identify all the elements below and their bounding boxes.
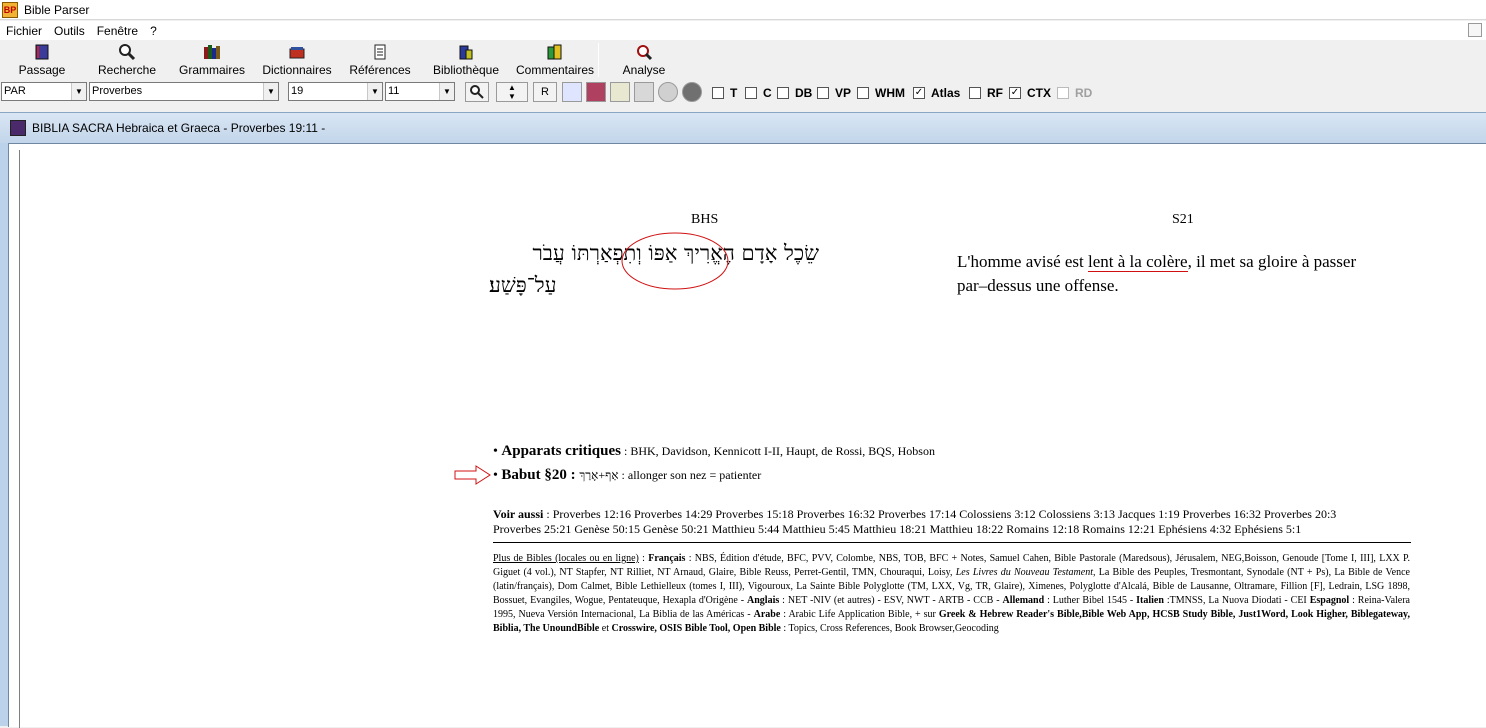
bullet: • — [493, 444, 498, 459]
text-view-icon[interactable] — [562, 82, 582, 102]
tree-icon[interactable] — [610, 82, 630, 102]
highlight-ellipse — [621, 232, 729, 290]
commentary-icon — [547, 44, 562, 60]
app-title-bar: BP Bible Parser — [0, 0, 1486, 20]
checkbox-db[interactable]: DB — [777, 86, 812, 100]
commentaires-button[interactable]: Commentaires — [512, 40, 598, 80]
highlighted-phrase: lent à la colère — [1088, 252, 1188, 272]
s21-header: S21 — [1172, 212, 1194, 227]
menu-bar: Fichier Outils Fenêtre ? — [0, 21, 1486, 40]
more-bibles-link[interactable]: Plus de Bibles (locales ou en ligne) — [493, 553, 639, 564]
chapter-select[interactable]: 19 ▼ — [288, 82, 383, 101]
chevron-down-icon[interactable]: ▼ — [263, 83, 278, 100]
arrow-right-icon — [454, 465, 491, 485]
grammar-books-icon — [204, 45, 220, 59]
cross-references-line-2[interactable]: Proverbes 25:21 Genèse 50:15 Genèse 50:2… — [493, 522, 1301, 536]
book-icon — [35, 44, 49, 60]
recherche-button[interactable]: Recherche — [84, 40, 170, 80]
divider — [493, 542, 1411, 543]
chevron-down-icon[interactable]: ▼ — [439, 83, 454, 100]
document-window: BIBLIA SACRA Hebraica et Graeca - Prover… — [0, 112, 1486, 728]
disc-icon[interactable] — [658, 82, 678, 102]
babut-link[interactable]: Babut §20 — [501, 467, 566, 483]
chevron-down-icon[interactable]: ▼ — [367, 83, 382, 100]
references-button[interactable]: Références — [340, 40, 420, 80]
voir-aussi: Voir aussi : Proverbes 12:16 Proverbes 1… — [493, 507, 1337, 536]
document-title-bar: BIBLIA SACRA Hebraica et Graeca - Prover… — [0, 113, 1486, 143]
analyse-button[interactable]: Analyse — [599, 40, 689, 80]
books-icon[interactable] — [586, 82, 606, 102]
magnifier-icon — [119, 44, 136, 61]
passage-button[interactable]: Passage — [0, 40, 84, 80]
menu-fenetre[interactable]: Fenêtre — [91, 24, 144, 38]
verse-select[interactable]: 11 ▼ — [385, 82, 455, 101]
checkbox-vp[interactable]: VP — [817, 86, 851, 100]
checkbox-rf[interactable]: RF — [969, 86, 1003, 100]
restore-window-button[interactable] — [1468, 23, 1482, 37]
document-title: BIBLIA SACRA Hebraica et Graeca - Prover… — [32, 121, 326, 135]
checkbox-t[interactable]: T — [712, 86, 737, 100]
app-title: Bible Parser — [24, 2, 90, 17]
checkbox-rd: RD — [1057, 86, 1092, 100]
magnifier-icon — [470, 85, 484, 99]
apparats-item: • Apparats critiques : BHK, Davidson, Ke… — [493, 443, 935, 459]
checkbox-atlas[interactable]: ✓ Atlas — [913, 86, 960, 100]
book-select[interactable]: Proverbes ▼ — [89, 82, 279, 101]
babut-item: • Babut §20 : אַף+אָרַךְ : allonger son … — [493, 467, 762, 483]
verse-spinner[interactable]: ▲ ▼ — [496, 82, 528, 102]
menu-outils[interactable]: Outils — [48, 24, 91, 38]
cross-references-line-1[interactable]: : Proverbes 12:16 Proverbes 14:29 Prover… — [543, 507, 1336, 521]
more-bibles: Plus de Bibles (locales ou en ligne) : F… — [493, 553, 1411, 634]
bullet: • — [493, 468, 498, 483]
version-select[interactable]: PAR ▼ — [1, 82, 87, 101]
tools-icon[interactable] — [634, 82, 654, 102]
library-icon — [459, 45, 473, 60]
hebrew-line-2: עַל־פָּשַׁע׃ — [489, 273, 557, 297]
checkbox-whm[interactable]: WHM — [857, 86, 905, 100]
bibliotheque-button[interactable]: Bibliothèque — [420, 40, 512, 80]
r-button[interactable]: R — [533, 82, 557, 102]
crosswire-links[interactable]: Crosswire, OSIS Bible Tool, Open Bible — [611, 623, 780, 634]
passage-view: BHS S21 שֵׂכֶל אָדָם הֶאֱרִיךְ אַפּוֹ וְ… — [8, 143, 1486, 728]
menu-help[interactable]: ? — [144, 24, 163, 38]
analysis-icon — [637, 45, 653, 61]
french-translation: L'homme avisé est lent à la colère, il m… — [957, 252, 1357, 295]
main-toolbar: Passage Recherche Grammaires Dictionnair… — [0, 40, 1486, 80]
grammaires-button[interactable]: Grammaires — [170, 40, 254, 80]
chevron-down-icon[interactable]: ▼ — [71, 83, 86, 100]
search-verse-button[interactable] — [465, 82, 489, 102]
apparats-link[interactable]: Apparats critiques — [501, 443, 621, 459]
bhs-header: BHS — [691, 212, 719, 227]
content-border — [19, 150, 20, 728]
checkbox-ctx[interactable]: ✓ CTX — [1009, 86, 1051, 100]
menu-fichier[interactable]: Fichier — [0, 24, 48, 38]
dictionary-icon — [289, 47, 305, 59]
references-icon — [374, 44, 386, 60]
navigation-controls: PAR ▼ Proverbes ▼ 19 ▼ 11 ▼ ▲ ▼ R T C DB … — [0, 80, 1486, 104]
document-icon — [10, 120, 26, 136]
checkbox-c[interactable]: C — [745, 86, 772, 100]
dictionnaires-button[interactable]: Dictionnaires — [254, 40, 340, 80]
app-logo-icon: BP — [2, 1, 18, 18]
audio-icon[interactable] — [682, 82, 702, 102]
